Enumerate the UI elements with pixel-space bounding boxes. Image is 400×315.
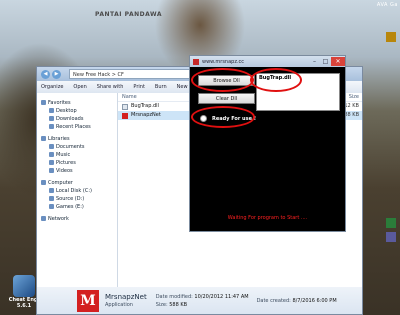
ready-label: Ready For use ! xyxy=(212,115,256,122)
navigation-pane: Favorites Desktop Downloads Recent Places Li… xyxy=(37,93,118,287)
ready-radio[interactable] xyxy=(200,115,207,122)
nav-item-label: Local Disk (C:) xyxy=(56,188,92,194)
details-file-name: MrsnapzNet xyxy=(105,292,147,301)
app-file-icon xyxy=(122,112,128,119)
nav-location-icon xyxy=(49,188,54,193)
injector-window: www.mrsnapz.cc – □ ✕ Browse Dll Clear Dl… xyxy=(189,55,346,232)
file-name: MrsnapzNet xyxy=(131,112,161,118)
nav-item-label: Games (E:) xyxy=(56,204,84,210)
minimize-icon[interactable]: – xyxy=(309,57,320,66)
nav-item-label: Network xyxy=(48,216,69,222)
column-header-size[interactable]: Size xyxy=(349,93,362,101)
clear-dll-button[interactable]: Clear Dll xyxy=(198,93,255,104)
back-arrow-icon[interactable]: ◀ xyxy=(41,69,50,79)
nav-item-label: Recent Places xyxy=(56,124,91,130)
nav-item-label: Pictures xyxy=(56,160,76,166)
desktop-app-icon[interactable] xyxy=(386,32,396,42)
app-icon xyxy=(193,58,199,65)
nav-item[interactable]: Libraries xyxy=(37,135,117,143)
toolbar-print[interactable]: Print xyxy=(133,84,145,90)
nav-item[interactable]: Recent Places xyxy=(37,123,117,131)
nav-item-label: Favorites xyxy=(48,100,71,106)
nav-item[interactable]: Documents xyxy=(37,143,117,151)
nav-item[interactable]: Desktop xyxy=(37,107,117,115)
toolbar-burn[interactable]: Burn xyxy=(155,84,167,90)
details-file-type: Application xyxy=(105,301,133,308)
nav-group-icon xyxy=(41,136,46,141)
dll-file-icon xyxy=(122,103,128,110)
nav-item[interactable]: Downloads xyxy=(37,115,117,123)
desktop-app-icon[interactable] xyxy=(386,232,396,242)
toolbar-organize[interactable]: Organize xyxy=(41,84,63,90)
nav-item-label: Music xyxy=(56,152,71,158)
nav-item[interactable]: Pictures xyxy=(37,159,117,167)
injector-title: www.mrsnapz.cc xyxy=(202,58,245,65)
nav-location-icon xyxy=(49,116,54,121)
nav-location-icon xyxy=(49,168,54,173)
forward-arrow-icon[interactable]: ▶ xyxy=(52,69,61,79)
nav-item-label: Computer xyxy=(48,180,73,186)
status-message: Waiting For program to Start .... xyxy=(227,215,308,221)
column-header-name[interactable]: Name xyxy=(122,93,137,101)
nav-location-icon xyxy=(49,196,54,201)
nav-item-label: Documents xyxy=(56,144,85,150)
details-pane: M MrsnapzNet Application Date modified: … xyxy=(37,287,362,314)
desktop-app-icon[interactable] xyxy=(386,218,396,228)
nav-item[interactable]: Games (E:) xyxy=(37,203,117,211)
nav-item-label: Libraries xyxy=(48,136,70,142)
nav-item-label: Desktop xyxy=(56,108,77,114)
cheat-engine-icon xyxy=(13,275,35,297)
nav-item[interactable]: Network xyxy=(37,215,117,223)
mrsnapz-app-icon: M xyxy=(77,289,99,312)
nav-location-icon xyxy=(49,160,54,165)
nav-group-icon xyxy=(41,216,46,221)
nav-item[interactable]: Computer xyxy=(37,179,117,187)
details-size-label: Size: xyxy=(155,301,168,308)
details-modified-label: Date modified: xyxy=(155,293,193,300)
wallpaper-text: PANTAI PANDAWA xyxy=(95,11,162,18)
nav-item[interactable]: Favorites xyxy=(37,99,117,107)
details-modified-value: 10/20/2012 11:47 AM xyxy=(194,293,249,300)
maximize-icon[interactable]: □ xyxy=(320,57,331,66)
file-name: BugTrap.dll xyxy=(131,103,159,109)
ready-status[interactable]: Ready For use ! xyxy=(200,115,256,122)
nav-location-icon xyxy=(49,108,54,113)
nav-item[interactable]: Videos xyxy=(37,167,117,175)
nav-item-label: Videos xyxy=(56,168,73,174)
nav-group-icon xyxy=(41,180,46,185)
close-icon[interactable]: ✕ xyxy=(331,57,345,66)
nav-location-icon xyxy=(49,144,54,149)
nav-item-label: Source (D:) xyxy=(56,196,85,202)
nav-group-icon xyxy=(41,100,46,105)
desktop-corner-label: AVA Ga xyxy=(376,2,398,8)
nav-location-icon xyxy=(49,204,54,209)
nav-item[interactable]: Source (D:) xyxy=(37,195,117,203)
nav-location-icon xyxy=(49,124,54,129)
toolbar-open[interactable]: Open xyxy=(73,84,86,90)
injector-title-bar[interactable]: www.mrsnapz.cc – □ ✕ xyxy=(190,56,345,67)
details-size-value: 588 KB xyxy=(169,301,188,308)
details-created-label: Date created: xyxy=(256,297,291,304)
details-created-value: 8/7/2016 6:00 PM xyxy=(292,297,337,304)
nav-item[interactable]: Local Disk (C:) xyxy=(37,187,117,195)
nav-location-icon xyxy=(49,152,54,157)
nav-item-label: Downloads xyxy=(56,116,84,122)
dll-list-item[interactable]: BugTrap.dll xyxy=(259,75,337,81)
browse-dll-button[interactable]: Browse Dll xyxy=(198,75,255,86)
nav-item[interactable]: Music xyxy=(37,151,117,159)
dll-list[interactable]: BugTrap.dll xyxy=(256,73,340,111)
toolbar-share-with[interactable]: Share with xyxy=(97,84,124,90)
